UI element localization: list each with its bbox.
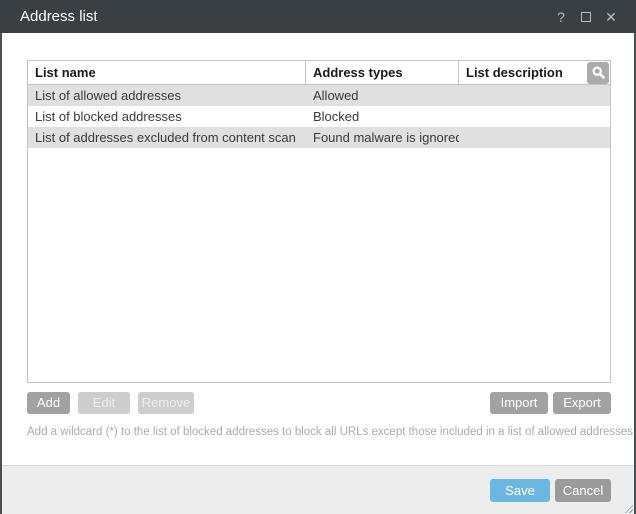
column-header-list-description[interactable]: List description (459, 61, 610, 84)
wildcard-hint-text: Add a wildcard (*) to the list of blocke… (27, 425, 611, 439)
table-empty-area (28, 148, 610, 382)
table-row[interactable]: List of blocked addresses Blocked (28, 106, 610, 127)
column-header-list-name[interactable]: List name (28, 61, 306, 84)
table-row[interactable]: List of allowed addresses Allowed (28, 85, 610, 106)
save-button[interactable]: Save (490, 479, 550, 502)
row-list-name: List of blocked addresses (28, 109, 306, 124)
maximize-icon[interactable] (579, 10, 593, 24)
table-header-row: List name Address types List description (28, 61, 610, 85)
column-header-address-types[interactable]: Address types (306, 61, 459, 84)
import-button[interactable]: Import (490, 392, 548, 414)
address-list-dialog: Address list ? ✕ List name Address types… (0, 0, 636, 514)
toolbar-spacer (194, 392, 490, 414)
dialog-content: List name Address types List description… (2, 33, 634, 465)
close-icon[interactable]: ✕ (604, 10, 618, 24)
row-address-type: Blocked (306, 109, 459, 124)
remove-button[interactable]: Remove (138, 392, 194, 414)
dialog-title: Address list (20, 8, 98, 25)
add-button[interactable]: Add (27, 392, 70, 414)
search-icon (591, 65, 606, 80)
maximize-box-glyph (581, 12, 591, 22)
window-controls: ? ✕ (554, 10, 618, 24)
edit-button[interactable]: Edit (78, 392, 130, 414)
export-button[interactable]: Export (553, 392, 611, 414)
row-list-name: List of allowed addresses (28, 88, 306, 103)
row-list-name: List of addresses excluded from content … (28, 130, 306, 145)
row-address-type: Found malware is ignored (306, 130, 459, 145)
row-address-type: Allowed (306, 88, 459, 103)
dialog-footer: Save Cancel (2, 465, 634, 514)
titlebar[interactable]: Address list ? ✕ (0, 0, 636, 33)
table-toolbar: Add Edit Remove Import Export (27, 392, 611, 414)
cancel-button[interactable]: Cancel (555, 479, 611, 502)
address-list-table: List name Address types List description… (27, 60, 611, 383)
search-button[interactable] (587, 62, 609, 84)
column-header-list-description-label: List description (466, 65, 563, 80)
table-row[interactable]: List of addresses excluded from content … (28, 127, 610, 148)
help-icon[interactable]: ? (554, 10, 568, 24)
